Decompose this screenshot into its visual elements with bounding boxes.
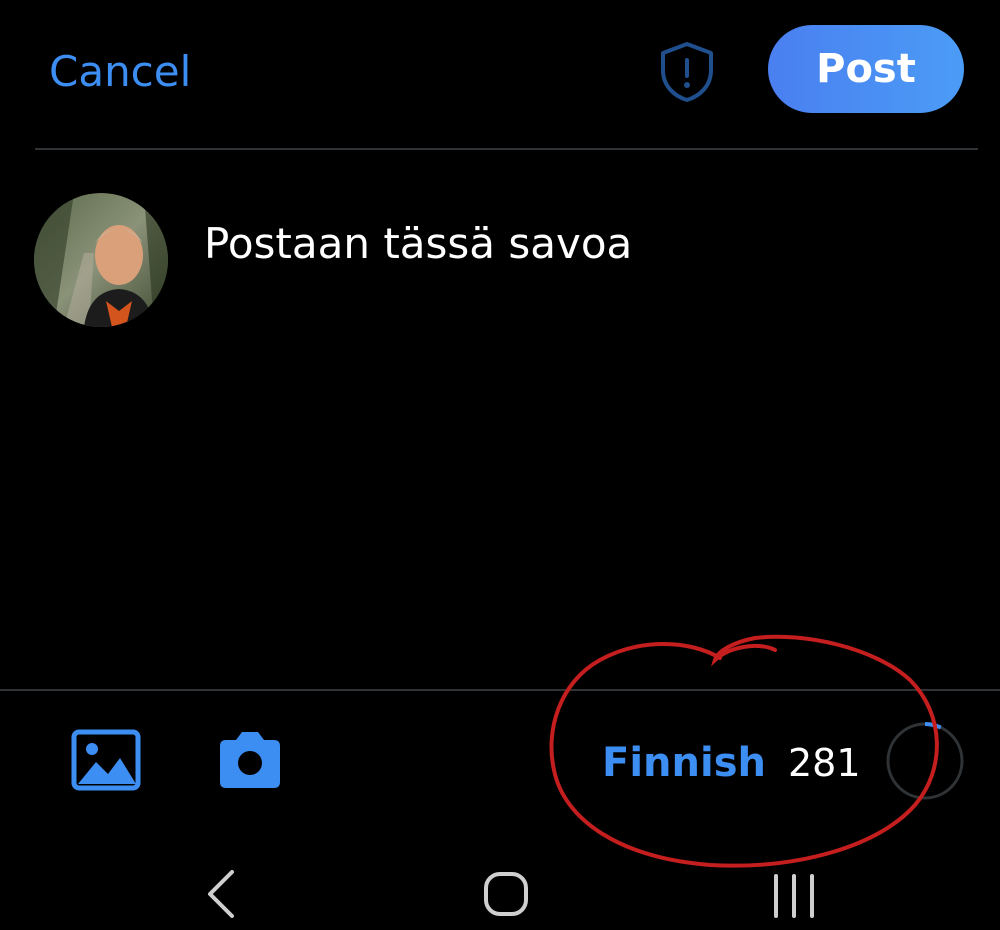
home-icon[interactable]	[478, 868, 534, 920]
language-selector[interactable]: Finnish	[602, 737, 766, 789]
post-button[interactable]: Post	[768, 25, 964, 113]
character-count: 281	[788, 741, 861, 785]
header-divider	[35, 148, 978, 150]
toolbar-divider	[0, 689, 1000, 691]
character-progress-ring	[886, 722, 964, 800]
avatar	[34, 193, 168, 327]
back-icon[interactable]	[200, 866, 244, 922]
cancel-button[interactable]: Cancel	[49, 44, 191, 100]
recents-icon[interactable]	[768, 872, 820, 920]
shield-alert-icon[interactable]	[655, 40, 719, 104]
compose-text[interactable]: Postaan tässä savoa	[204, 216, 632, 272]
camera-icon[interactable]	[214, 728, 286, 792]
image-icon[interactable]	[70, 728, 142, 792]
